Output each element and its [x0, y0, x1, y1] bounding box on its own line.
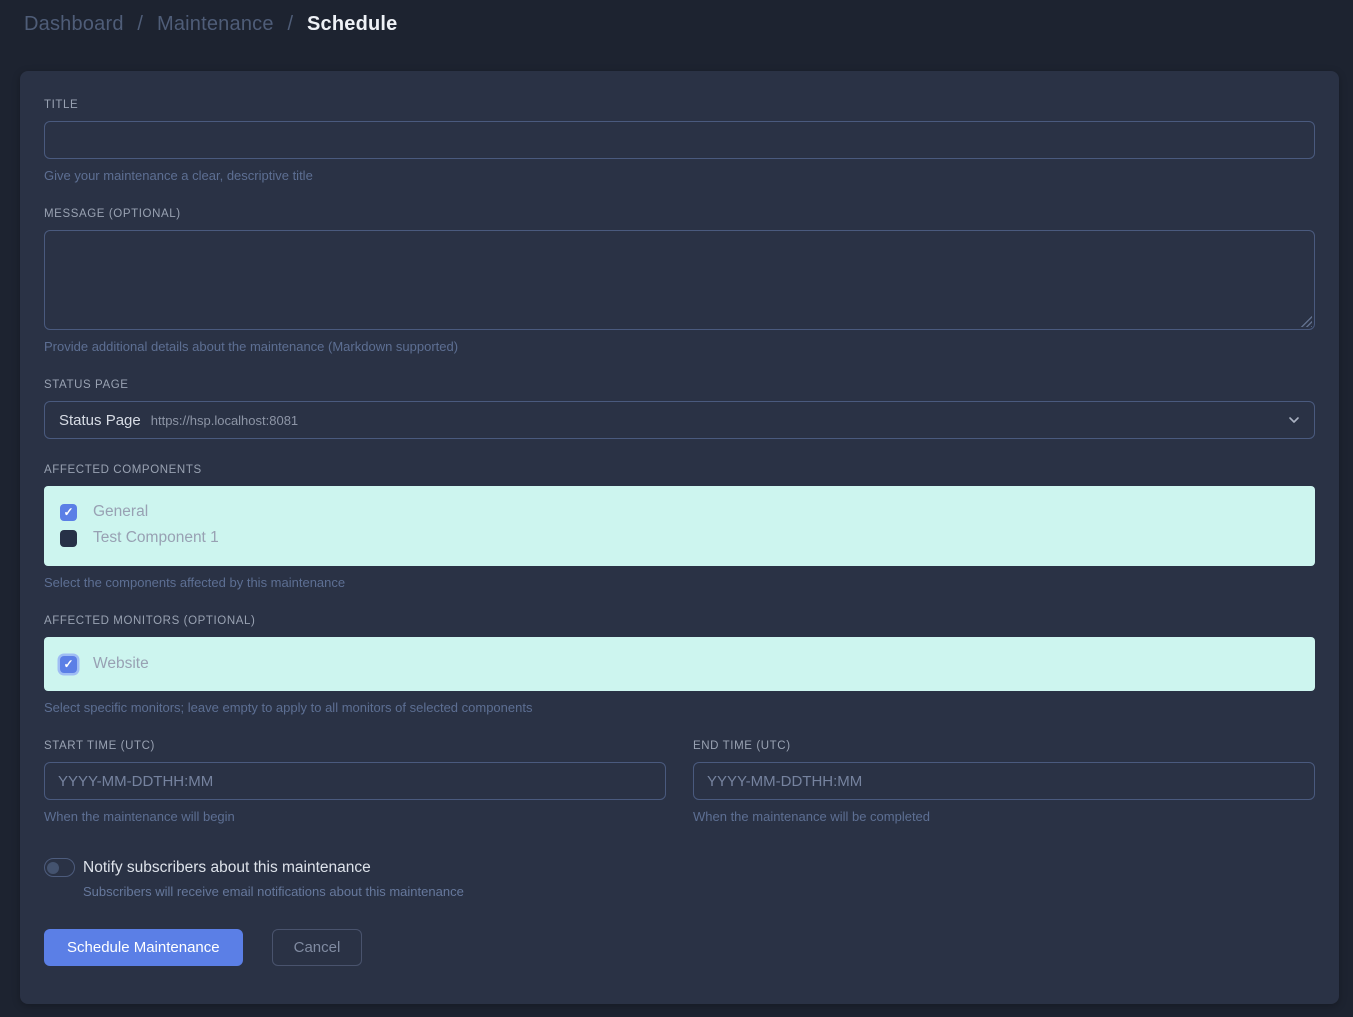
status-page-label: STATUS PAGE: [44, 379, 1315, 391]
notify-help-text: Subscribers will receive email notificat…: [83, 884, 1315, 899]
message-label: MESSAGE (OPTIONAL): [44, 208, 1315, 220]
component-general-checkbox[interactable]: [60, 504, 77, 521]
component-option-general[interactable]: General: [60, 501, 1299, 523]
end-time-help-text: When the maintenance will be completed: [693, 809, 1315, 824]
components-help-text: Select the components affected by this m…: [44, 575, 1315, 590]
end-time-label: END TIME (UTC): [693, 740, 1315, 752]
component-test-component-1-checkbox[interactable]: [60, 530, 77, 547]
components-panel: General Test Component 1: [44, 486, 1315, 566]
monitors-field-section: AFFECTED MONITORS (OPTIONAL) Website Sel…: [44, 615, 1315, 715]
start-time-label: START TIME (UTC): [44, 740, 666, 752]
start-time-input[interactable]: [44, 762, 666, 800]
monitors-help-text: Select specific monitors; leave empty to…: [44, 700, 1315, 715]
status-page-selected-name: Status Page: [59, 412, 141, 429]
chevron-down-icon: [1287, 413, 1301, 427]
title-label: TITLE: [44, 99, 1315, 111]
breadcrumb-separator: /: [137, 13, 143, 35]
breadcrumb-separator: /: [287, 13, 293, 35]
end-time-input[interactable]: [693, 762, 1315, 800]
notify-section: Notify subscribers about this maintenanc…: [44, 858, 1315, 899]
notify-toggle-row: Notify subscribers about this maintenanc…: [44, 858, 1315, 877]
breadcrumb: Dashboard / Maintenance / Schedule: [24, 13, 1329, 36]
breadcrumb-current-page: Schedule: [307, 13, 398, 35]
breadcrumb-link-maintenance[interactable]: Maintenance: [157, 13, 274, 35]
schedule-maintenance-button[interactable]: Schedule Maintenance: [44, 929, 243, 966]
component-test-component-1-label: Test Component 1: [93, 529, 219, 547]
status-page-selected-url: https://hsp.localhost:8081: [151, 413, 298, 428]
title-input[interactable]: [44, 121, 1315, 159]
cancel-button[interactable]: Cancel: [272, 929, 363, 966]
notify-toggle-label[interactable]: Notify subscribers about this maintenanc…: [83, 859, 371, 877]
monitor-website-checkbox[interactable]: [60, 656, 77, 673]
monitor-option-website[interactable]: Website: [60, 653, 1299, 675]
message-field-section: MESSAGE (OPTIONAL) Provide additional de…: [44, 208, 1315, 354]
start-time-help-text: When the maintenance will begin: [44, 809, 666, 824]
message-textarea-wrap: [44, 230, 1315, 330]
components-label: AFFECTED COMPONENTS: [44, 464, 1315, 476]
monitors-panel: Website: [44, 637, 1315, 691]
start-time-field-section: START TIME (UTC) When the maintenance wi…: [44, 740, 666, 824]
components-field-section: AFFECTED COMPONENTS General Test Compone…: [44, 464, 1315, 590]
schedule-maintenance-form-card: TITLE Give your maintenance a clear, des…: [20, 71, 1339, 1004]
status-page-select[interactable]: Status Page https://hsp.localhost:8081: [44, 401, 1315, 439]
message-textarea[interactable]: [44, 230, 1315, 330]
title-help-text: Give your maintenance a clear, descripti…: [44, 168, 1315, 183]
breadcrumb-bar: Dashboard / Maintenance / Schedule: [0, 0, 1353, 51]
toggle-knob-icon: [47, 862, 59, 874]
monitor-website-label: Website: [93, 655, 149, 673]
end-time-field-section: END TIME (UTC) When the maintenance will…: [693, 740, 1315, 824]
component-general-label: General: [93, 503, 148, 521]
time-fields-grid: START TIME (UTC) When the maintenance wi…: [44, 740, 1315, 824]
form-actions: Schedule Maintenance Cancel: [44, 929, 1315, 966]
breadcrumb-link-dashboard[interactable]: Dashboard: [24, 13, 124, 35]
monitors-label: AFFECTED MONITORS (OPTIONAL): [44, 615, 1315, 627]
title-field-section: TITLE Give your maintenance a clear, des…: [44, 99, 1315, 183]
notify-toggle[interactable]: [44, 858, 75, 877]
message-help-text: Provide additional details about the mai…: [44, 339, 1315, 354]
component-option-test-component-1[interactable]: Test Component 1: [60, 527, 1299, 549]
status-page-field-section: STATUS PAGE Status Page https://hsp.loca…: [44, 379, 1315, 439]
